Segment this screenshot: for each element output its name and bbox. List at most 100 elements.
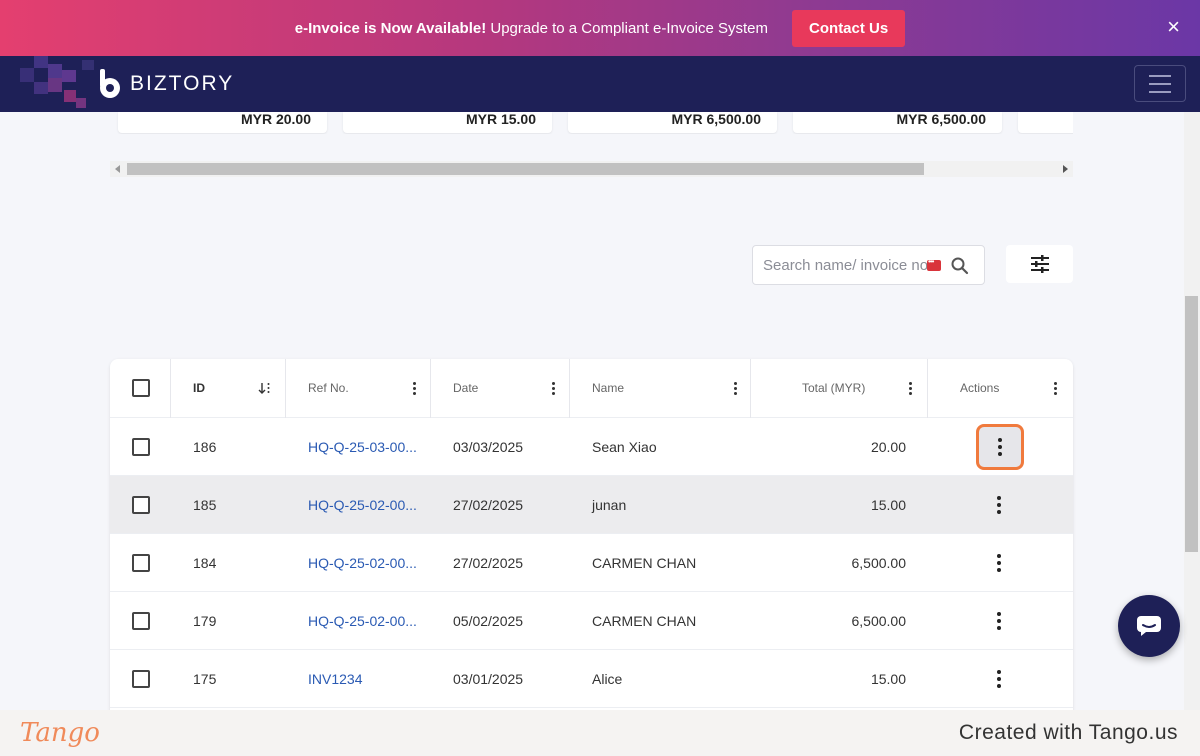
hamburger-line	[1149, 90, 1171, 93]
header-ref-no[interactable]: Ref No.	[308, 359, 349, 417]
row-name: junan	[592, 496, 627, 513]
summary-card-amount: MYR 20.00	[240, 112, 311, 127]
hamburger-line	[1149, 74, 1171, 77]
row-total: 6,500.00	[851, 612, 907, 629]
banner-text: Upgrade to a Compliant e-Invoice System	[486, 19, 769, 37]
brand-name: BIZTORY	[130, 72, 235, 95]
summary-card: MYR 6,500.00	[793, 112, 1002, 133]
more-vertical-icon	[997, 495, 1001, 514]
brand-logo[interactable]: BIZTORY	[96, 69, 234, 99]
select-all-checkbox[interactable]	[132, 379, 150, 397]
column-divider	[569, 359, 570, 418]
column-divider	[285, 359, 286, 418]
sort-desc-icon[interactable]	[257, 359, 271, 417]
table-row[interactable]: 179 HQ-Q-25-02-00... 05/02/2025 CARMEN C…	[110, 592, 1073, 650]
contact-us-button[interactable]: Contact Us	[792, 9, 906, 47]
header-id[interactable]: ID	[193, 359, 205, 417]
row-actions-button[interactable]	[997, 534, 1001, 591]
promo-banner: e-Invoice is Now Available! Upgrade to a…	[0, 0, 1200, 56]
cards-horizontal-scrollbar[interactable]	[110, 161, 1073, 177]
summary-cards-strip: MYR 20.00 MYR 15.00 MYR 6,500.00 MYR 6,5…	[110, 112, 1073, 134]
close-icon[interactable]: ×	[1167, 16, 1180, 38]
summary-card: MYR 15.00	[343, 112, 552, 133]
header-actions: Actions	[960, 381, 1000, 395]
row-actions-button[interactable]	[976, 424, 1024, 470]
header-date[interactable]: Date	[453, 359, 478, 417]
column-divider	[927, 359, 928, 418]
row-id: 175	[193, 670, 217, 687]
banner-bold-text: e-Invoice is Now Available!	[294, 19, 487, 37]
biztory-logo-icon	[96, 69, 124, 99]
banner-message: e-Invoice is Now Available! Upgrade to a…	[295, 20, 768, 37]
tango-logo: Tango	[20, 718, 100, 748]
scrollbar-thumb[interactable]	[1185, 296, 1198, 552]
row-date: 03/01/2025	[453, 670, 524, 687]
row-ref-link[interactable]: HQ-Q-25-02-00...	[308, 476, 417, 533]
top-navbar: BIZTORY	[0, 56, 1200, 112]
sliders-icon	[1030, 255, 1049, 273]
row-checkbox[interactable]	[132, 437, 150, 456]
scrollbar-thumb[interactable]	[127, 163, 924, 175]
scroll-right-arrow-icon[interactable]	[1063, 165, 1068, 173]
row-name: Alice	[592, 670, 623, 687]
row-ref-link[interactable]: HQ-Q-25-02-00...	[308, 534, 417, 591]
summary-card-amount: MYR 6,500.00	[896, 112, 987, 127]
row-date: 27/02/2025	[453, 554, 524, 571]
created-with-text: Created with Tango.us	[958, 721, 1178, 744]
row-name: CARMEN CHAN	[592, 554, 697, 571]
row-id: 179	[193, 612, 217, 629]
column-divider	[750, 359, 751, 418]
row-checkbox[interactable]	[132, 611, 150, 630]
row-checkbox[interactable]	[132, 553, 150, 572]
row-actions-button[interactable]	[997, 592, 1001, 649]
summary-card: MYR 6,500.00	[568, 112, 777, 133]
row-name: CARMEN CHAN	[592, 612, 697, 629]
column-menu-icon[interactable]	[413, 359, 416, 417]
row-date: 03/03/2025	[453, 438, 524, 455]
row-checkbox[interactable]	[132, 495, 150, 514]
column-menu-icon[interactable]	[1054, 359, 1057, 417]
column-divider	[170, 359, 171, 418]
row-total: 6,500.00	[851, 554, 907, 571]
row-actions-button[interactable]	[997, 476, 1001, 533]
password-manager-icon[interactable]	[927, 257, 941, 271]
filter-button[interactable]	[1006, 245, 1073, 283]
chat-icon	[1137, 616, 1161, 636]
table-row[interactable]: 175 INV1234 03/01/2025 Alice 15.00	[110, 650, 1073, 708]
search-box	[752, 245, 985, 285]
chat-widget-button[interactable]	[1118, 595, 1180, 657]
more-vertical-icon	[997, 669, 1001, 688]
table-row[interactable]: 185 HQ-Q-25-02-00... 27/02/2025 junan 15…	[110, 476, 1073, 534]
tango-footer: Tango Created with Tango.us	[0, 710, 1200, 756]
row-ref-link[interactable]: HQ-Q-25-03-00...	[308, 418, 417, 475]
header-name[interactable]: Name	[592, 359, 624, 417]
hamburger-line	[1149, 82, 1171, 85]
row-total: 15.00	[870, 496, 906, 513]
quotations-table: ID Ref No. Date Name Total (MYR) Actions…	[110, 359, 1073, 719]
row-actions-button[interactable]	[997, 650, 1001, 707]
row-ref-link[interactable]: HQ-Q-25-02-00...	[308, 592, 417, 649]
column-menu-icon[interactable]	[909, 359, 912, 417]
summary-card-amount: MYR 15.00	[465, 112, 536, 127]
search-icon[interactable]	[950, 256, 970, 276]
row-total: 15.00	[870, 670, 906, 687]
summary-card-partial	[1018, 112, 1073, 133]
summary-card: MYR 20.00	[118, 112, 327, 133]
row-ref-link[interactable]: INV1234	[308, 650, 362, 707]
column-menu-icon[interactable]	[552, 359, 555, 417]
row-total: 20.00	[870, 438, 906, 455]
table-row[interactable]: 184 HQ-Q-25-02-00... 27/02/2025 CARMEN C…	[110, 534, 1073, 592]
row-checkbox[interactable]	[132, 669, 150, 688]
column-menu-icon[interactable]	[734, 359, 737, 417]
search-input[interactable]	[763, 255, 927, 275]
summary-card-amount: MYR 6,500.00	[671, 112, 762, 127]
header-total[interactable]: Total (MYR)	[802, 359, 865, 417]
page-vertical-scrollbar[interactable]	[1184, 112, 1200, 710]
row-id: 184	[193, 554, 217, 571]
scroll-left-arrow-icon[interactable]	[115, 165, 120, 173]
select-all-checkbox-cell	[132, 359, 150, 417]
table-row[interactable]: 186 HQ-Q-25-03-00... 03/03/2025 Sean Xia…	[110, 418, 1073, 476]
more-vertical-icon	[998, 438, 1002, 456]
table-header-row: ID Ref No. Date Name Total (MYR) Actions	[110, 359, 1073, 418]
menu-toggle-button[interactable]	[1134, 65, 1186, 102]
